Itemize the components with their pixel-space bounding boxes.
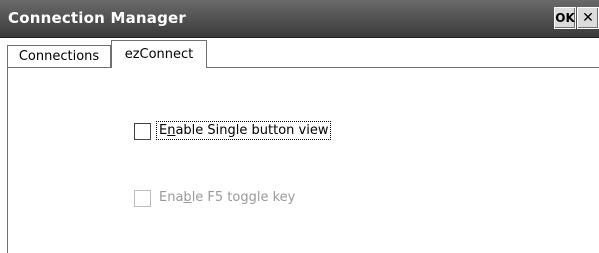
enable-f5-toggle-key-label[interactable]: Enable F5 toggle key bbox=[159, 190, 295, 205]
ok-button[interactable]: OK bbox=[554, 7, 576, 29]
enable-f5-toggle-key-checkbox[interactable] bbox=[134, 190, 151, 207]
tab-ezconnect[interactable]: ezConnect bbox=[111, 40, 207, 68]
ezconnect-panel bbox=[7, 67, 599, 253]
close-icon[interactable]: ✕ bbox=[577, 7, 599, 29]
enable-single-button-view-checkbox[interactable] bbox=[134, 123, 151, 140]
tab-connections[interactable]: Connections bbox=[7, 45, 111, 67]
tab-connections-label: Connections bbox=[18, 49, 100, 64]
title-bar: Connection Manager OK ✕ bbox=[0, 0, 599, 38]
enable-single-button-view-label[interactable]: Enable Single button view bbox=[155, 121, 332, 140]
connection-manager-window: Connection Manager OK ✕ Connections ezCo… bbox=[0, 0, 599, 253]
window-title: Connection Manager bbox=[8, 9, 187, 27]
tab-ezconnect-label: ezConnect bbox=[124, 47, 194, 62]
